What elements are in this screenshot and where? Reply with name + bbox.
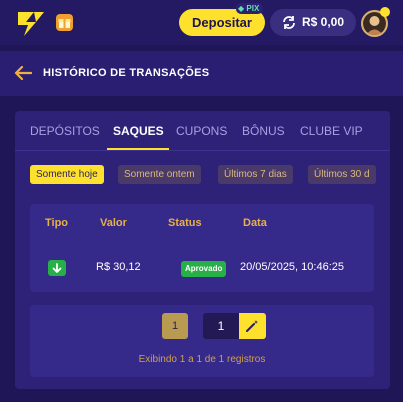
column-header-data: Data	[243, 217, 267, 229]
balance-amount: R$ 0,00	[302, 15, 345, 29]
row-data: 20/05/2025, 10:46:25	[240, 261, 344, 273]
tab-cupons[interactable]: CUPONS	[176, 124, 227, 138]
filter-last-7-days[interactable]: Últimos 7 dias	[218, 165, 293, 184]
refresh-icon[interactable]	[282, 16, 296, 29]
page-header: HISTÓRICO DE TRANSAÇÕES	[0, 51, 403, 96]
gift-icon[interactable]	[56, 14, 73, 31]
column-header-status: Status	[168, 217, 202, 229]
filter-today[interactable]: Somente hoje	[30, 165, 104, 184]
status-badge: Aprovado	[181, 261, 227, 277]
pix-badge: ◆ PIX	[236, 3, 264, 14]
withdrawal-arrow-icon	[48, 260, 66, 276]
tab-bar: DEPÓSITOS SAQUES CUPONS BÔNUS CLUBE VIP	[15, 111, 390, 151]
top-bar: Depositar ◆ PIX R$ 0,00	[0, 0, 403, 45]
transactions-table: Tipo Valor Status Data R$ 30,12 Aprovado…	[30, 204, 374, 292]
transactions-panel: DEPÓSITOS SAQUES CUPONS BÔNUS CLUBE VIP …	[15, 111, 390, 389]
page-input[interactable]: 1	[203, 313, 239, 339]
go-to-page-button[interactable]	[239, 313, 266, 339]
magic-wand-icon	[246, 320, 258, 332]
filter-yesterday[interactable]: Somente ontem	[118, 165, 201, 184]
avatar-badge	[380, 7, 390, 17]
date-filters: Somente hoje Somente ontem Últimos 7 dia…	[15, 163, 390, 185]
row-valor: R$ 30,12	[96, 261, 141, 273]
page-button-1[interactable]: 1	[162, 313, 188, 339]
filter-last-30-days[interactable]: Últimos 30 d	[308, 165, 376, 184]
balance-pill[interactable]: R$ 0,00	[270, 9, 356, 36]
records-summary: Exibindo 1 a 1 de 1 registros	[138, 354, 266, 365]
column-header-tipo: Tipo	[45, 217, 69, 229]
tab-depositos[interactable]: DEPÓSITOS	[30, 124, 100, 138]
pix-label: PIX	[246, 4, 260, 13]
tabs-divider	[15, 150, 390, 151]
pix-icon: ◆	[238, 4, 245, 13]
back-arrow-icon[interactable]	[14, 65, 32, 81]
brand-logo-icon[interactable]	[14, 8, 48, 38]
page-title: HISTÓRICO DE TRANSAÇÕES	[43, 67, 210, 79]
tab-clube-vip[interactable]: CLUBE VIP	[300, 124, 363, 138]
tab-bonus[interactable]: BÔNUS	[242, 124, 285, 138]
column-header-valor: Valor	[100, 217, 127, 229]
pagination: 1 1 Exibindo 1 a 1 de 1 registros	[30, 305, 374, 377]
tab-saques[interactable]: SAQUES	[113, 124, 164, 138]
